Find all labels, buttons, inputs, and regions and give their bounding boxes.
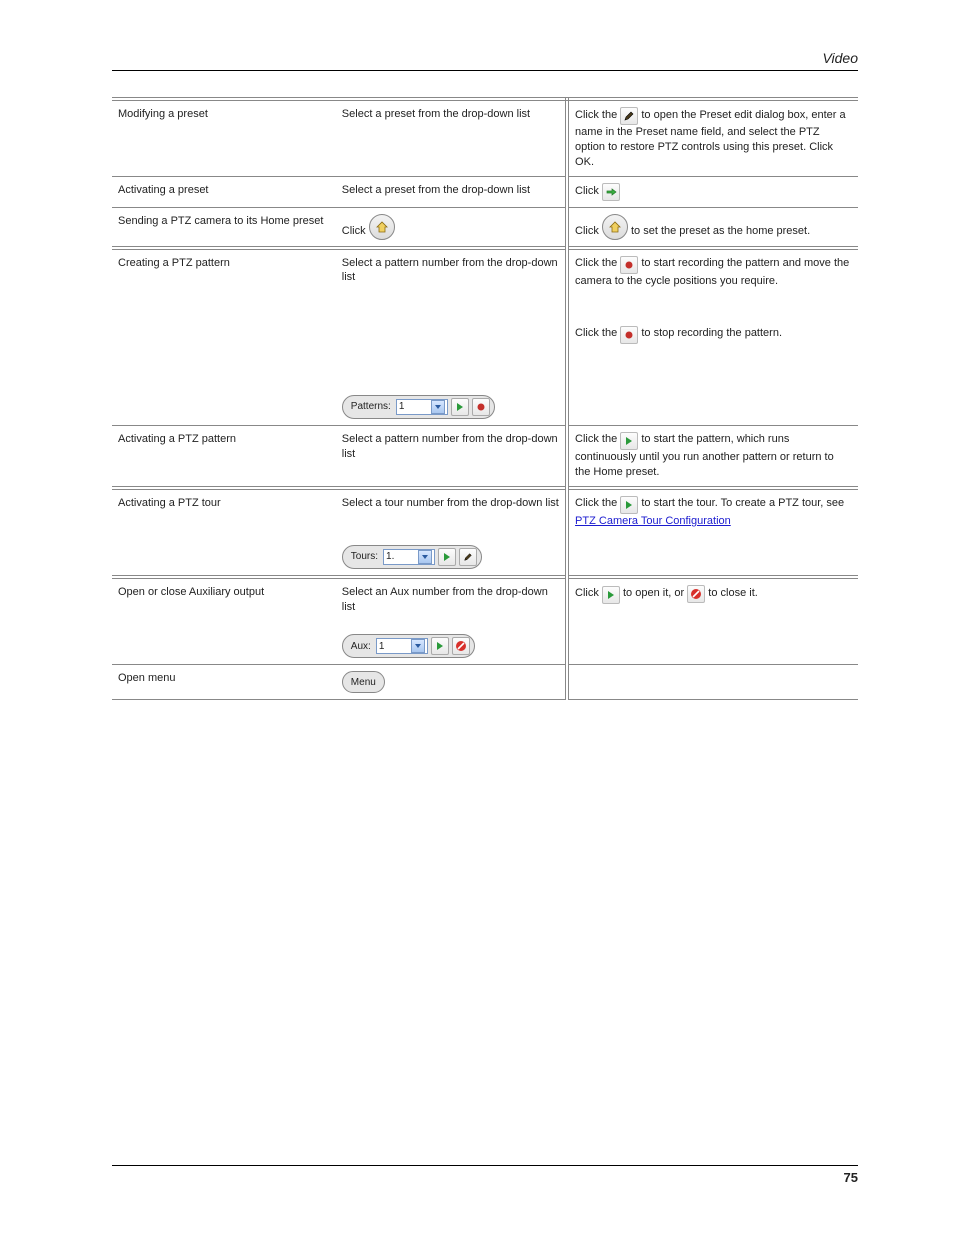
cell-action: Activating a PTZ pattern	[112, 426, 336, 488]
aux-label: Aux:	[351, 640, 371, 654]
text: Click	[342, 225, 369, 237]
menu-button[interactable]: Menu	[342, 671, 385, 693]
arrow-right-icon[interactable]	[602, 183, 620, 201]
home-icon	[608, 220, 622, 234]
cell-action: Creating a PTZ pattern	[112, 248, 336, 426]
cell-action: Sending a PTZ camera to its Home preset	[112, 207, 336, 248]
text: Creating a PTZ pattern	[118, 257, 230, 269]
play-icon[interactable]	[620, 496, 638, 514]
text: Select a preset from the drop-down list	[342, 108, 530, 120]
cell-ui: Select a pattern number from the drop-do…	[336, 248, 567, 426]
tours-control[interactable]: Tours: 1.	[342, 545, 482, 569]
stop-icon[interactable]	[452, 637, 470, 655]
patterns-label: Patterns:	[351, 400, 391, 414]
tours-select[interactable]: 1.	[383, 549, 435, 565]
cell-ui: Menu	[336, 665, 567, 700]
chevron-down-icon[interactable]	[431, 400, 445, 414]
cell-ui: Click	[336, 207, 567, 248]
play-icon[interactable]	[431, 637, 449, 655]
cell-action: Activating a preset	[112, 176, 336, 207]
page-number: 75	[844, 1170, 858, 1185]
cell-ui: Select a preset from the drop-down list	[336, 99, 567, 176]
patterns-control[interactable]: Patterns: 1	[342, 395, 495, 419]
play-icon[interactable]	[620, 432, 638, 450]
home-button[interactable]	[369, 214, 395, 240]
cell-desc: Click the to open the Preset edit dialog…	[567, 99, 858, 176]
cell-ui: Select a preset from the drop-down list	[336, 176, 567, 207]
cell-action: Open or close Auxiliary output	[112, 577, 336, 665]
text: Click	[575, 185, 602, 197]
play-icon[interactable]	[451, 398, 469, 416]
text: Click the	[575, 109, 620, 121]
text: Activating a PTZ tour	[118, 497, 221, 509]
text: Select a preset from the drop-down list	[342, 184, 530, 196]
page-footer: 75	[112, 1165, 858, 1185]
aux-select[interactable]: 1	[376, 638, 428, 654]
text: to close it.	[708, 587, 758, 599]
text: Click the	[575, 433, 620, 445]
text: to open it, or	[623, 587, 687, 599]
cell-desc: Click to set the preset as the home pres…	[567, 207, 858, 248]
cell-action: Modifying a preset	[112, 99, 336, 176]
cell-action: Open menu	[112, 665, 336, 700]
cell-action: Activating a PTZ tour	[112, 488, 336, 577]
cell-ui: Select a pattern number from the drop-do…	[336, 426, 567, 488]
ptz-tour-config-link[interactable]: PTZ Camera Tour Configuration	[575, 515, 731, 527]
home-button[interactable]	[602, 214, 628, 240]
edit-icon[interactable]	[459, 548, 477, 566]
play-icon[interactable]	[438, 548, 456, 566]
cell-desc: Click the to start the pattern, which ru…	[567, 426, 858, 488]
page: Video Modifying a preset Select a preset…	[0, 0, 954, 1235]
text: Sending a PTZ camera to its Home preset	[118, 215, 323, 227]
text: Click	[575, 225, 602, 237]
stop-icon[interactable]	[687, 585, 705, 603]
cell-ui: Select a tour number from the drop-down …	[336, 488, 567, 577]
record-icon[interactable]	[620, 256, 638, 274]
text: Click the	[575, 327, 620, 339]
header-title: Video	[822, 50, 858, 66]
record-icon[interactable]	[620, 326, 638, 344]
cell-desc	[567, 665, 858, 700]
text: Activating a preset	[118, 184, 209, 196]
tours-label: Tours:	[351, 550, 378, 564]
play-icon[interactable]	[602, 586, 620, 604]
text: Select an Aux number from the drop-down …	[342, 585, 559, 615]
text: 1.	[386, 550, 418, 564]
patterns-select[interactable]: 1	[396, 399, 448, 415]
menu-label: Menu	[351, 676, 376, 690]
chevron-down-icon[interactable]	[418, 550, 432, 564]
cell-desc: Click to open it, or to close it.	[567, 577, 858, 665]
cell-desc: Click the to start the tour. To create a…	[567, 488, 858, 577]
text: to stop recording the pattern.	[641, 327, 782, 339]
text: Open menu	[118, 672, 175, 684]
cell-ui: Select an Aux number from the drop-down …	[336, 577, 567, 665]
chevron-down-icon[interactable]	[411, 639, 425, 653]
text: Activating a PTZ pattern	[118, 433, 236, 445]
record-icon[interactable]	[472, 398, 490, 416]
cell-desc: Click	[567, 176, 858, 207]
cell-desc: Click the to start recording the pattern…	[567, 248, 858, 426]
aux-control[interactable]: Aux: 1	[342, 634, 475, 658]
text: Click the	[575, 257, 620, 269]
home-icon	[375, 220, 389, 234]
text: Modifying a preset	[118, 108, 208, 120]
text: Click the	[575, 497, 620, 509]
text: Select a pattern number from the drop-do…	[342, 256, 559, 286]
ptz-reference-table: Modifying a preset Select a preset from …	[112, 97, 858, 700]
text: Select a pattern number from the drop-do…	[342, 433, 558, 460]
text: 1	[399, 400, 431, 414]
text: Open or close Auxiliary output	[118, 586, 264, 598]
text: to start the tour. To create a PTZ tour,…	[641, 497, 844, 509]
edit-icon[interactable]	[620, 107, 638, 125]
text: to set the preset as the home preset.	[631, 225, 810, 237]
text: 1	[379, 640, 411, 654]
text: Select a tour number from the drop-down …	[342, 496, 559, 511]
page-header: Video	[112, 50, 858, 71]
text: Click	[575, 587, 602, 599]
